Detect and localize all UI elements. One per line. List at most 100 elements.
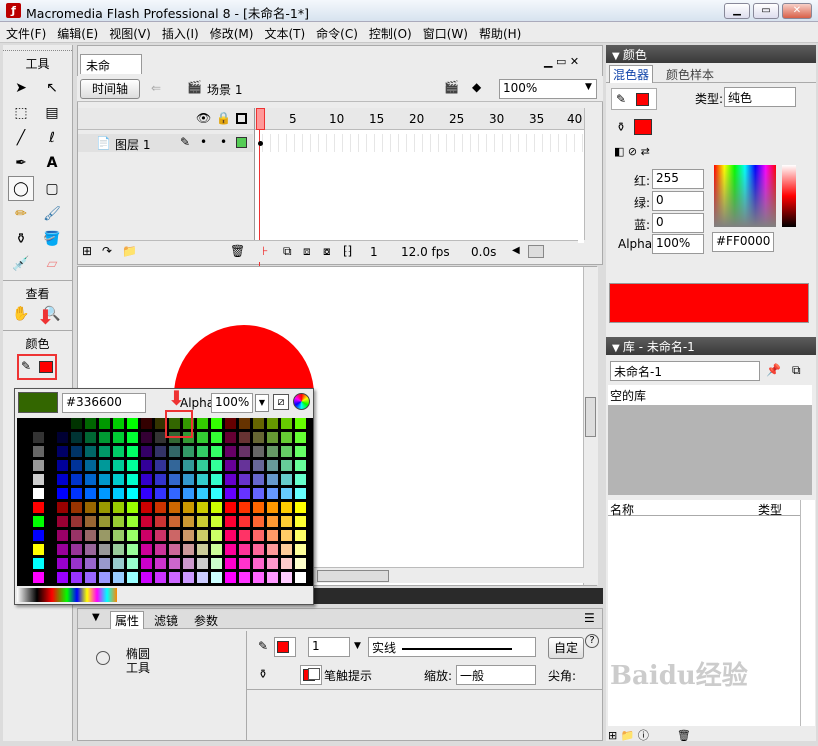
- swatch-cell[interactable]: [127, 544, 139, 556]
- swatch-cell[interactable]: [239, 488, 251, 500]
- layer-row[interactable]: 📄 图层 1 ✎ • •: [78, 134, 253, 152]
- swatch-cell[interactable]: [225, 558, 237, 570]
- chevron-down-icon[interactable]: ▼: [255, 394, 269, 412]
- swatch-cell[interactable]: [295, 558, 307, 570]
- keyframe-dot[interactable]: [258, 141, 263, 146]
- swatch-cell[interactable]: [267, 516, 279, 528]
- scale-select[interactable]: 一般: [456, 665, 536, 685]
- swatch-cell[interactable]: [183, 474, 195, 486]
- swatch-cell[interactable]: [85, 446, 97, 458]
- tab-color-swatches[interactable]: 颜色样本: [666, 66, 714, 83]
- swatch-cell[interactable]: [281, 488, 293, 500]
- swatch-cell[interactable]: [197, 418, 209, 430]
- swatch-cell[interactable]: [239, 432, 251, 444]
- swatch-cell[interactable]: [281, 418, 293, 430]
- swatch-cell[interactable]: [197, 488, 209, 500]
- frames-area[interactable]: 1510152025303540: [254, 108, 585, 272]
- color-panel-header[interactable]: ▼ 颜色: [606, 45, 816, 63]
- swatch-cell[interactable]: [19, 446, 31, 458]
- swatch-cell[interactable]: [169, 558, 181, 570]
- swatch-cell[interactable]: [99, 530, 111, 542]
- doc-window-controls[interactable]: ▁ ▭ ✕: [544, 55, 579, 68]
- swatch-cell[interactable]: [295, 516, 307, 528]
- swatch-cell[interactable]: [155, 544, 167, 556]
- swatch-cell[interactable]: [155, 474, 167, 486]
- color-picker-wheel-icon[interactable]: [293, 393, 310, 410]
- swatch-cell[interactable]: [85, 572, 97, 584]
- swatch-cell[interactable]: [33, 530, 45, 542]
- swatch-cell[interactable]: [71, 502, 83, 514]
- swatch-cell[interactable]: [141, 516, 153, 528]
- swatch-cell[interactable]: [295, 474, 307, 486]
- swatch-cell[interactable]: [99, 544, 111, 556]
- oval-tool-icon[interactable]: ◯: [8, 176, 34, 201]
- swatch-cell[interactable]: [85, 474, 97, 486]
- menu-item-5[interactable]: 文本(T): [258, 22, 310, 42]
- swatch-cell[interactable]: [239, 544, 251, 556]
- onion-skin-icon[interactable]: ⧉: [283, 244, 292, 259]
- tab-color-mixer[interactable]: 混色器: [609, 65, 654, 83]
- swatch-cell[interactable]: [183, 530, 195, 542]
- swatch-cell[interactable]: [33, 474, 45, 486]
- selection-tool-icon[interactable]: ➤: [8, 76, 34, 101]
- edit-scene-icon[interactable]: 🎬: [444, 80, 459, 94]
- swatch-cell[interactable]: [169, 446, 181, 458]
- red-input[interactable]: 255: [652, 169, 704, 189]
- back-arrow-icon[interactable]: ⇐: [151, 81, 161, 95]
- swatch-cell[interactable]: [295, 446, 307, 458]
- swatch-cell[interactable]: [71, 572, 83, 584]
- swatch-cell[interactable]: [169, 474, 181, 486]
- hex-input[interactable]: #FF0000: [712, 232, 774, 252]
- swatch-cell[interactable]: [281, 432, 293, 444]
- swatch-cell[interactable]: [99, 432, 111, 444]
- swatch-cell[interactable]: [113, 544, 125, 556]
- swatch-cell[interactable]: [71, 432, 83, 444]
- swatch-cell[interactable]: [239, 502, 251, 514]
- brush-tool-icon[interactable]: 🖌: [39, 202, 65, 227]
- eyedropper-tool-icon[interactable]: 💉: [8, 252, 34, 277]
- swatch-cell[interactable]: [155, 502, 167, 514]
- palette-alpha-input[interactable]: 100%: [211, 393, 253, 413]
- swatch-cell[interactable]: [113, 474, 125, 486]
- swatch-cell[interactable]: [19, 474, 31, 486]
- stage-vscroll[interactable]: [583, 267, 598, 585]
- menu-item-3[interactable]: 插入(I): [156, 22, 204, 42]
- swatch-cell[interactable]: [19, 572, 31, 584]
- stroke-style-select[interactable]: 实线: [368, 637, 536, 657]
- paint-bucket-tool-icon[interactable]: 🪣: [39, 227, 65, 252]
- eye-icon[interactable]: 👁: [196, 111, 211, 125]
- free-transform-tool-icon[interactable]: ⬚: [8, 101, 34, 126]
- swatch-cell[interactable]: [295, 488, 307, 500]
- swatch-cell[interactable]: [253, 530, 265, 542]
- swatch-cell[interactable]: [127, 432, 139, 444]
- swatch-cell[interactable]: [85, 418, 97, 430]
- pen-tool-icon[interactable]: ✒: [8, 151, 34, 176]
- swatch-cell[interactable]: [85, 516, 97, 528]
- edit-multiple-icon[interactable]: ⧇: [323, 244, 331, 259]
- blue-input[interactable]: 0: [652, 213, 704, 233]
- swatch-cell[interactable]: [99, 418, 111, 430]
- swatch-cell[interactable]: [19, 530, 31, 542]
- swatch-cell[interactable]: [19, 418, 31, 430]
- swatch-cell[interactable]: [155, 446, 167, 458]
- swatch-cell[interactable]: [239, 446, 251, 458]
- alpha-input[interactable]: 100%: [652, 234, 704, 254]
- swatch-cell[interactable]: [225, 502, 237, 514]
- swatch-cell[interactable]: [253, 418, 265, 430]
- swatch-cell[interactable]: [197, 446, 209, 458]
- swatch-cell[interactable]: [71, 418, 83, 430]
- swap-colors-icons[interactable]: ◧ ⊘ ⇄: [614, 145, 650, 158]
- swatch-cell[interactable]: [85, 530, 97, 542]
- swatch-cell[interactable]: [197, 432, 209, 444]
- swatch-cell[interactable]: [281, 530, 293, 542]
- swatch-cell[interactable]: [211, 460, 223, 472]
- swatch-cell[interactable]: [169, 502, 181, 514]
- swatch-cell[interactable]: [267, 418, 279, 430]
- palette-hex-input[interactable]: #336600: [62, 393, 146, 413]
- timeline-hscroll-thumb[interactable]: [528, 245, 544, 258]
- swatch-cell[interactable]: [197, 460, 209, 472]
- swatch-cell[interactable]: [127, 488, 139, 500]
- swatch-cell[interactable]: [99, 516, 111, 528]
- layer-name[interactable]: 图层 1: [115, 136, 150, 153]
- swatch-cell[interactable]: [225, 446, 237, 458]
